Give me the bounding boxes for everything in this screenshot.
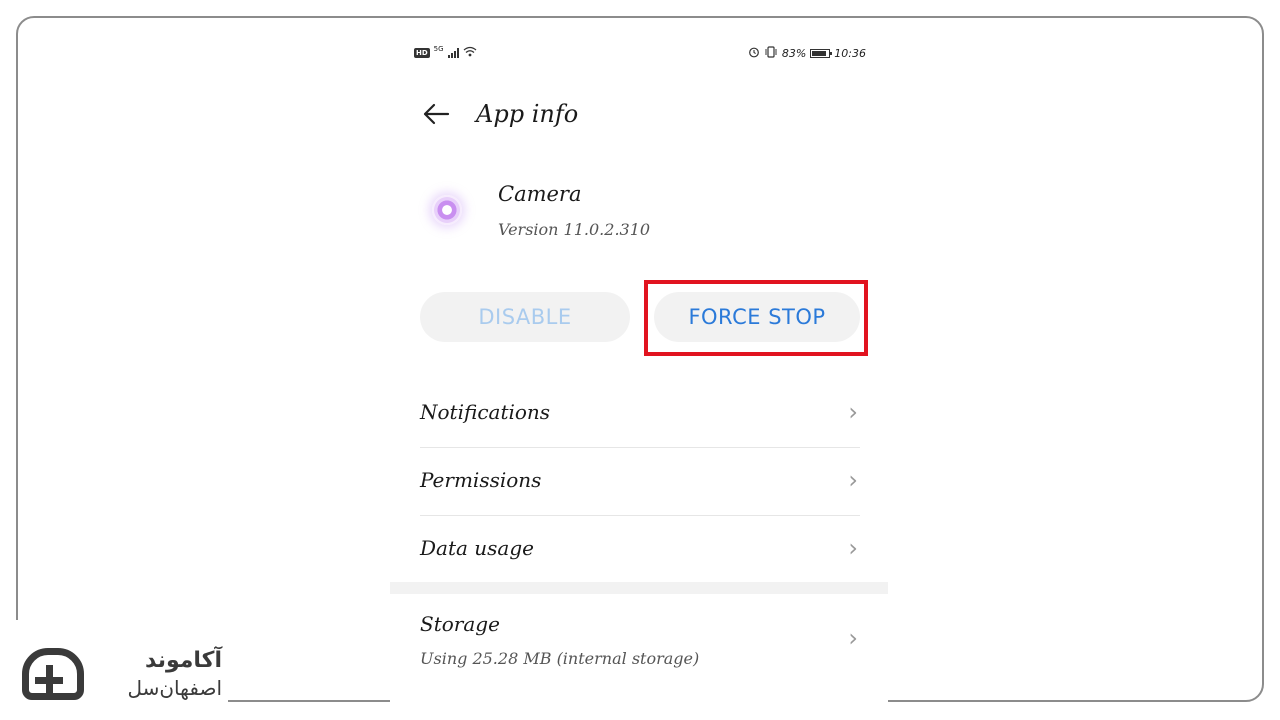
highlight-box <box>644 280 868 356</box>
alarm-icon <box>748 46 760 61</box>
page-title: App info <box>476 100 579 128</box>
list-item-label: Permissions <box>420 468 542 492</box>
list-item-label: Notifications <box>420 400 551 424</box>
phone-screen: HD 5G 83% 10:36 App info Camera Version … <box>390 30 888 702</box>
storage-detail: Using 25.28 MB (internal storage) <box>420 649 700 668</box>
status-left: HD 5G <box>414 45 477 60</box>
storage-label: Storage <box>420 612 500 636</box>
list-item-notifications[interactable]: Notifications › <box>420 380 860 448</box>
list-item-label: Data usage <box>420 536 534 560</box>
chevron-right-icon: › <box>848 534 858 562</box>
logo-mark-icon <box>22 648 84 700</box>
logo-text-line1: آکاموند <box>145 648 222 673</box>
battery-percent: 83% <box>781 47 807 60</box>
clock: 10:36 <box>834 47 866 60</box>
hd-badge: HD <box>414 48 430 58</box>
vibrate-icon <box>764 46 778 61</box>
chevron-right-icon: › <box>848 624 858 652</box>
app-version: Version 11.0.2.310 <box>498 220 651 239</box>
chevron-right-icon: › <box>848 398 858 426</box>
app-name: Camera <box>498 182 582 206</box>
camera-app-icon <box>432 195 462 225</box>
list-item-data-usage[interactable]: Data usage › <box>420 516 860 584</box>
chevron-right-icon: › <box>848 466 858 494</box>
signal-icon <box>447 48 459 58</box>
battery-fill <box>812 51 826 56</box>
logo-text-line2: اصفهان‌سل <box>127 676 222 700</box>
watermark-logo: آکاموند اصفهان‌سل <box>22 648 222 704</box>
list-item-storage[interactable]: Storage Using 25.28 MB (internal storage… <box>420 594 860 694</box>
status-bar: HD 5G 83% 10:36 <box>390 44 888 64</box>
list-item-permissions[interactable]: Permissions › <box>420 448 860 516</box>
app-bar: App info <box>420 98 578 130</box>
battery-icon <box>810 49 833 58</box>
disable-button[interactable]: DISABLE <box>420 292 630 342</box>
network-type: 5G <box>433 45 444 53</box>
status-right: 83% 10:36 <box>748 46 866 61</box>
wifi-icon <box>463 46 477 60</box>
arrow-left-icon[interactable] <box>420 98 452 130</box>
section-divider <box>390 582 888 594</box>
